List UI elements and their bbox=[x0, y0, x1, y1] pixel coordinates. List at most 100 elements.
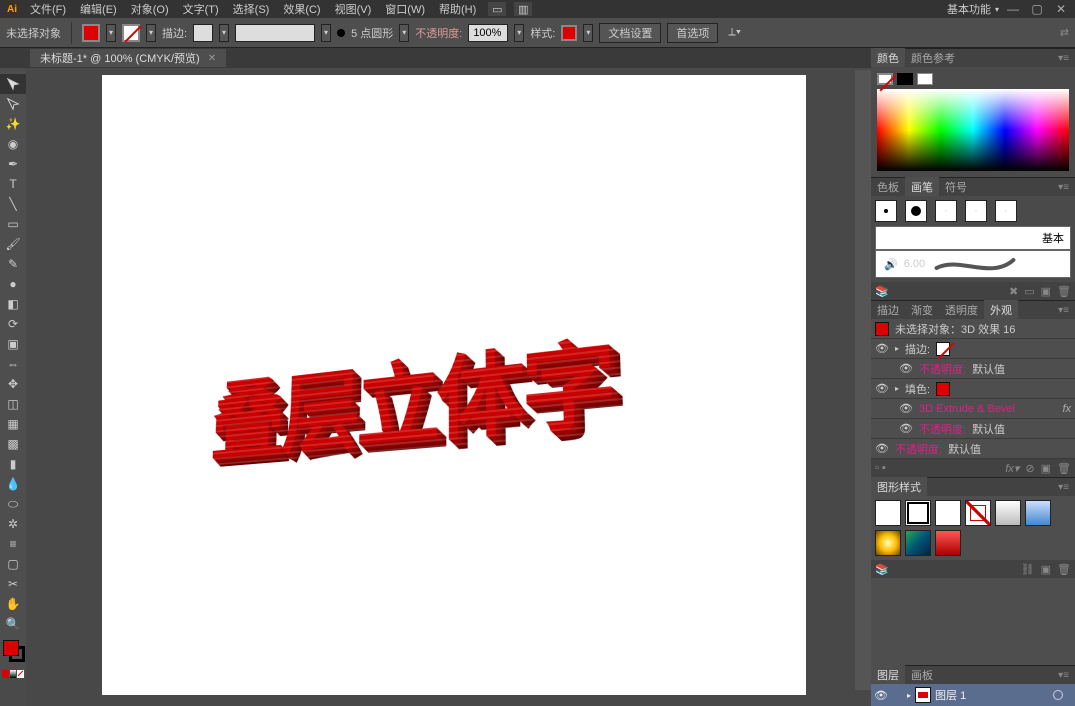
doc-setup-button[interactable]: 文档设置 bbox=[599, 23, 661, 43]
white-swatch[interactable] bbox=[917, 73, 933, 85]
style-swatch[interactable] bbox=[561, 25, 577, 41]
direct-selection-tool[interactable] bbox=[0, 94, 26, 114]
style-thumb[interactable] bbox=[935, 530, 961, 556]
menu-edit[interactable]: 编辑(E) bbox=[76, 1, 121, 17]
type-tool[interactable]: T bbox=[0, 174, 26, 194]
trash-icon[interactable]: 🗑 bbox=[1057, 462, 1071, 475]
row-opacity3[interactable]: 不透明度: bbox=[895, 441, 942, 457]
style-thumb[interactable] bbox=[905, 500, 931, 526]
close-button[interactable]: ✕ bbox=[1051, 3, 1071, 15]
stroke-dropdown[interactable]: ▾ bbox=[146, 24, 156, 42]
opacity-dd[interactable]: ▾ bbox=[514, 24, 524, 42]
profile-dd[interactable]: ▾ bbox=[399, 24, 409, 42]
canvas-area[interactable]: 叠层立体字 bbox=[26, 70, 871, 706]
tab-stroke[interactable]: 描边 bbox=[871, 300, 905, 320]
visibility-icon[interactable]: 👁 bbox=[873, 689, 889, 702]
row-stroke[interactable]: 描边: bbox=[905, 341, 930, 357]
style-thumb[interactable] bbox=[905, 530, 931, 556]
tab-gradient[interactable]: 渐变 bbox=[905, 300, 939, 320]
dup-icon[interactable]: ▣ bbox=[1041, 462, 1051, 475]
layout-icon[interactable]: ▭ bbox=[488, 2, 506, 16]
visibility-icon[interactable]: 👁 bbox=[875, 382, 889, 396]
scrollbar-vertical[interactable] bbox=[855, 70, 871, 690]
panel-menu-icon[interactable]: ▾≡ bbox=[1056, 480, 1071, 495]
stroke-swatch[interactable] bbox=[122, 24, 140, 42]
minimize-button[interactable]: — bbox=[1003, 3, 1023, 15]
visibility-icon[interactable]: 👁 bbox=[875, 342, 889, 356]
brush-def[interactable] bbox=[235, 24, 315, 42]
style-thumb[interactable] bbox=[875, 500, 901, 526]
options-icon[interactable]: ▭ bbox=[1024, 285, 1034, 298]
scale-tool[interactable]: ▣ bbox=[0, 334, 26, 354]
style-thumb[interactable] bbox=[1025, 500, 1051, 526]
brush-thumb[interactable]: · bbox=[935, 200, 957, 222]
blend-tool[interactable]: ⬭ bbox=[0, 494, 26, 514]
brush-thumb[interactable] bbox=[905, 200, 927, 222]
fill-dropdown[interactable]: ▾ bbox=[106, 24, 116, 42]
lasso-tool[interactable]: ◉ bbox=[0, 134, 26, 154]
brush-thumb[interactable] bbox=[875, 200, 897, 222]
trash-icon[interactable]: 🗑 bbox=[1057, 563, 1071, 576]
tab-layers[interactable]: 图层 bbox=[871, 665, 905, 685]
fill-stroke-control[interactable] bbox=[0, 638, 26, 668]
optbar-overflow-icon[interactable]: ⇄ bbox=[1060, 26, 1069, 39]
menu-select[interactable]: 选择(S) bbox=[229, 1, 274, 17]
maximize-button[interactable]: ▢ bbox=[1027, 3, 1047, 15]
row-opacity2[interactable]: 不透明度: bbox=[919, 421, 966, 437]
style-thumb[interactable] bbox=[935, 500, 961, 526]
row-effect[interactable]: 3D Extrude & Bevel bbox=[919, 403, 1015, 415]
selection-tool[interactable] bbox=[0, 74, 26, 94]
remove-brush-icon[interactable]: ✖ bbox=[1009, 285, 1018, 298]
paintbrush-tool[interactable]: 🖌 bbox=[0, 234, 26, 254]
brush-stroke-preview[interactable]: 🔊 6.00 bbox=[875, 250, 1071, 278]
style-dd[interactable]: ▾ bbox=[583, 24, 593, 42]
panel-menu-icon[interactable]: ▾≡ bbox=[1056, 51, 1071, 66]
free-transform-tool[interactable]: ✥ bbox=[0, 374, 26, 394]
mesh-tool[interactable]: ▩ bbox=[0, 434, 26, 454]
align-icon[interactable]: ⟂▾ bbox=[728, 26, 741, 39]
shape-builder-tool[interactable]: ◫ bbox=[0, 394, 26, 414]
artboard[interactable]: 叠层立体字 bbox=[102, 75, 806, 695]
fill-swatch-icon[interactable] bbox=[936, 382, 950, 396]
trash-icon[interactable]: 🗑 bbox=[1057, 285, 1071, 298]
stroke-profile[interactable]: 5 点圆形 bbox=[351, 25, 393, 41]
new-brush-icon[interactable]: ▣ bbox=[1041, 285, 1051, 298]
style-thumb[interactable] bbox=[965, 500, 991, 526]
artboard-tool[interactable]: ▢ bbox=[0, 554, 26, 574]
row-fill[interactable]: 填色: bbox=[905, 381, 930, 397]
eraser-tool[interactable]: ◧ bbox=[0, 294, 26, 314]
menu-view[interactable]: 视图(V) bbox=[331, 1, 376, 17]
opacity-field[interactable]: 100% bbox=[468, 24, 508, 42]
document-tab[interactable]: 未标题-1* @ 100% (CMYK/预览) ✕ bbox=[30, 49, 226, 67]
visibility-icon[interactable]: 👁 bbox=[875, 442, 889, 456]
layer-name[interactable]: 图层 1 bbox=[935, 687, 966, 703]
black-swatch[interactable] bbox=[897, 73, 913, 85]
menu-type[interactable]: 文字(T) bbox=[179, 1, 223, 17]
slice-tool[interactable]: ✂ bbox=[0, 574, 26, 594]
stroke-none-icon[interactable] bbox=[936, 342, 950, 356]
perspective-tool[interactable]: ▦ bbox=[0, 414, 26, 434]
tab-transparency[interactable]: 透明度 bbox=[939, 300, 984, 320]
artwork-3d-text[interactable]: 叠层立体字 bbox=[209, 323, 726, 465]
menu-help[interactable]: 帮助(H) bbox=[435, 1, 480, 17]
color-spectrum[interactable] bbox=[877, 89, 1069, 171]
gradient-tool[interactable]: ▮ bbox=[0, 454, 26, 474]
library-icon[interactable]: 📚 bbox=[875, 285, 889, 298]
target-icon[interactable] bbox=[1053, 690, 1063, 700]
tab-graphic-styles[interactable]: 图形样式 bbox=[871, 477, 927, 497]
style-thumb[interactable] bbox=[995, 500, 1021, 526]
menu-file[interactable]: 文件(F) bbox=[26, 1, 70, 17]
blob-brush-tool[interactable]: ● bbox=[0, 274, 26, 294]
line-tool[interactable]: ╲ bbox=[0, 194, 26, 214]
visibility-icon[interactable]: 👁 bbox=[899, 402, 913, 416]
menu-object[interactable]: 对象(O) bbox=[127, 1, 173, 17]
panel-menu-icon[interactable]: ▾≡ bbox=[1056, 180, 1071, 195]
tab-symbols[interactable]: 符号 bbox=[939, 177, 973, 197]
width-tool[interactable]: ⇔ bbox=[0, 354, 26, 374]
close-tab-icon[interactable]: ✕ bbox=[208, 53, 216, 64]
magic-wand-tool[interactable]: ✨ bbox=[0, 114, 26, 134]
visibility-icon[interactable]: 👁 bbox=[899, 362, 913, 376]
color-mode-icons[interactable] bbox=[0, 670, 26, 678]
arrange-icon[interactable]: ▥ bbox=[514, 2, 532, 16]
prefs-button[interactable]: 首选项 bbox=[667, 23, 718, 43]
